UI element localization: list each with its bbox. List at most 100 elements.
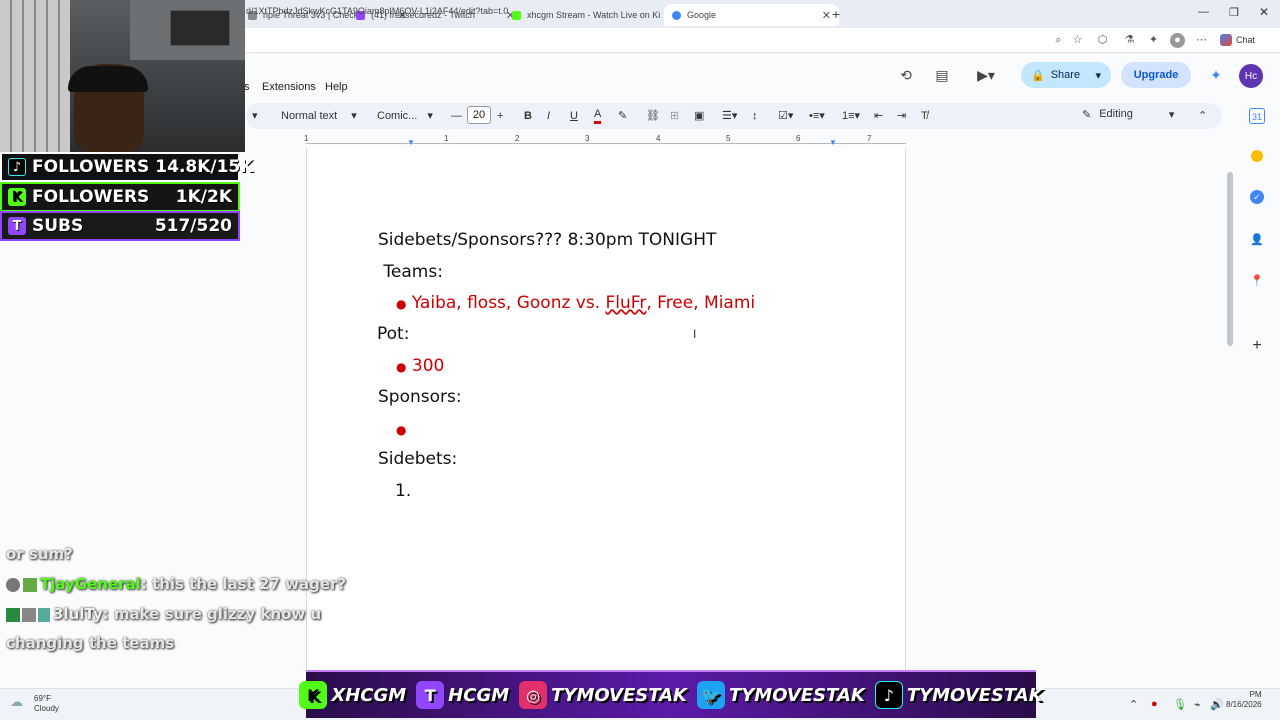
network-icon[interactable]: ⌁ bbox=[1194, 698, 1201, 711]
bulleted-list-icon[interactable]: •≡▾ bbox=[809, 108, 825, 124]
url-text[interactable]: d/1XtTPbdzJdSkwKcG1TA9Oiam8pIM6OV-L1i2AF… bbox=[246, 6, 508, 16]
kick-followers-stat: K FOLLOWERS 1K/2K bbox=[0, 182, 240, 212]
tasks-icon[interactable]: ✓ bbox=[1250, 190, 1264, 204]
align-icon[interactable]: ☰▾ bbox=[722, 108, 737, 124]
toolbar-chevron-icon[interactable]: ▾ bbox=[252, 108, 258, 124]
add-addon-icon[interactable]: + bbox=[1249, 338, 1265, 354]
doc-pot-bullet[interactable]: ● 300 bbox=[396, 356, 444, 376]
collapse-toolbar-icon[interactable]: ⌃ bbox=[1198, 108, 1207, 124]
twitch-icon: T bbox=[8, 217, 26, 235]
link-icon[interactable]: ⛓ bbox=[646, 108, 660, 124]
text-color-icon[interactable]: A bbox=[594, 108, 602, 124]
increase-font-icon[interactable]: + bbox=[497, 108, 503, 124]
chevron-down-icon: ▾ bbox=[351, 110, 357, 122]
tray-app-icon[interactable]: ● bbox=[1151, 698, 1158, 710]
mod-badge-icon bbox=[6, 607, 20, 622]
menu-extensions[interactable]: Extensions bbox=[262, 81, 316, 93]
decrease-indent-icon[interactable]: ⇤ bbox=[874, 108, 883, 124]
volume-icon[interactable]: 🔊 bbox=[1210, 698, 1224, 711]
decrease-font-icon[interactable]: — bbox=[451, 108, 462, 124]
paragraph-style-select[interactable]: Normal text ▾ bbox=[281, 108, 357, 124]
add-comment-icon[interactable]: ⊞ bbox=[670, 108, 679, 124]
webcam-feed bbox=[0, 0, 245, 152]
chat-button[interactable]: Chat bbox=[1220, 34, 1255, 46]
scrollbar[interactable] bbox=[1227, 172, 1233, 346]
chat-message: or sum? bbox=[6, 545, 73, 563]
indent-marker-icon[interactable]: ▼ bbox=[407, 138, 415, 147]
close-icon[interactable]: ✕ bbox=[822, 9, 831, 22]
bookmark-star-icon[interactable]: ☆ bbox=[1070, 33, 1085, 48]
banner-item-tiktok: ♪ TYMOVESTAK bbox=[874, 681, 1043, 709]
minimize-icon[interactable]: — bbox=[1198, 6, 1209, 18]
share-button[interactable]: 🔒 Share ▾ bbox=[1021, 62, 1111, 88]
editing-mode-select[interactable]: ✎ Editing ▾ bbox=[1082, 108, 1174, 121]
keep-icon[interactable] bbox=[1251, 150, 1263, 162]
twitch-icon: T bbox=[416, 681, 445, 709]
highlight-icon[interactable]: ✎ bbox=[618, 108, 627, 124]
doc-pot-label[interactable]: Pot: bbox=[377, 324, 409, 344]
cloud-icon: ☁ bbox=[10, 694, 23, 709]
menu-help[interactable]: Help bbox=[325, 81, 348, 93]
right-margin-marker-icon[interactable]: ▼ bbox=[829, 138, 837, 147]
extension-icon[interactable]: ⬡ bbox=[1095, 33, 1110, 48]
upgrade-button[interactable]: Upgrade bbox=[1121, 62, 1191, 88]
insert-image-icon[interactable]: ▣ bbox=[694, 108, 704, 124]
new-tab-icon[interactable]: + bbox=[832, 6, 840, 22]
weather-widget[interactable]: ☁ 69°F Cloudy bbox=[10, 694, 59, 714]
browser-tab-active[interactable]: Google ✕ bbox=[664, 4, 839, 26]
doc-teams-bullet[interactable]: ● Yaiba, floss, Goonz vs. FluFr, Free, M… bbox=[396, 293, 755, 313]
misspelled-word[interactable]: FluFr bbox=[606, 293, 647, 313]
extension-icon[interactable]: ⚗ bbox=[1122, 33, 1137, 48]
italic-icon[interactable]: I bbox=[547, 108, 550, 124]
avatar[interactable]: Hc bbox=[1239, 64, 1263, 88]
kick-icon bbox=[512, 10, 521, 20]
increase-indent-icon[interactable]: ⇥ bbox=[897, 108, 906, 124]
document-page[interactable] bbox=[306, 148, 906, 688]
contacts-icon[interactable]: 👤 bbox=[1249, 232, 1265, 248]
profile-icon[interactable]: ● bbox=[1170, 33, 1185, 48]
font-select[interactable]: Comic... ▾ bbox=[377, 108, 433, 124]
tiktok-icon: ♪ bbox=[8, 158, 26, 176]
chat-message: TjayGeneral: this the last 27 wager? bbox=[6, 575, 346, 593]
tiktok-icon: ♪ bbox=[874, 681, 903, 709]
browser-tab[interactable]: xhcgm Stream - Watch Live on Ki✕ bbox=[504, 4, 679, 26]
maps-icon[interactable]: 📍 bbox=[1249, 273, 1265, 289]
window-close-icon[interactable]: ✕ bbox=[1259, 5, 1269, 19]
gemini-icon[interactable]: ✦ bbox=[1207, 66, 1225, 84]
doc-sponsors-bullet[interactable]: ● bbox=[396, 419, 406, 439]
version-history-icon[interactable]: ⟲ bbox=[897, 66, 915, 84]
system-clock[interactable]: PM 8/16/2026 bbox=[1226, 690, 1262, 710]
lock-icon: 🔒 bbox=[1031, 69, 1045, 82]
menu-dots-icon[interactable]: ⋯ bbox=[1194, 33, 1209, 48]
chevron-down-icon[interactable]: ▾ bbox=[1095, 69, 1101, 82]
chevron-down-icon: ▾ bbox=[427, 110, 433, 122]
clear-formatting-icon[interactable]: T̸ bbox=[921, 108, 928, 124]
doc-sidebets-item[interactable]: 1. bbox=[395, 481, 411, 501]
checklist-icon[interactable]: ☑▾ bbox=[778, 108, 793, 124]
favorites-icon[interactable]: ✦ bbox=[1146, 33, 1161, 48]
bold-icon[interactable]: B bbox=[524, 108, 532, 124]
social-banner: K XHCGM T HCGM ◎ TYMOVESTAK 🐦 TYMOVESTAK ♪ TY… bbox=[299, 670, 1043, 718]
kick-icon: K bbox=[8, 188, 26, 206]
underline-icon[interactable]: U bbox=[570, 108, 578, 124]
chat-message: 3lulTy: make sure glizzy know u bbox=[6, 605, 321, 623]
doc-teams-label[interactable]: Teams: bbox=[378, 262, 443, 282]
banner-item-twitter: 🐦 TYMOVESTAK bbox=[696, 681, 865, 709]
doc-heading[interactable]: Sidebets/Sponsors??? 8:30pm TONIGHT bbox=[378, 230, 716, 250]
font-size-input[interactable]: 20 bbox=[467, 106, 491, 124]
doc-sponsors-label[interactable]: Sponsors: bbox=[378, 387, 462, 407]
sub-badge-icon bbox=[23, 577, 37, 592]
tray-chevron-icon[interactable]: ⌃ bbox=[1129, 698, 1138, 711]
calendar-icon[interactable]: 31 bbox=[1249, 108, 1265, 124]
maximize-icon[interactable]: ❐ bbox=[1229, 6, 1239, 19]
zoom-icon[interactable]: ⌕ bbox=[1051, 33, 1066, 48]
line-spacing-icon[interactable]: ↕ bbox=[752, 108, 758, 124]
doc-sidebets-label[interactable]: Sidebets: bbox=[378, 449, 457, 469]
numbered-list-icon[interactable]: 1≡▾ bbox=[842, 108, 860, 124]
microphone-icon[interactable]: 🎙 bbox=[1173, 698, 1187, 711]
gift-badge-icon bbox=[38, 607, 50, 622]
horizontal-ruler[interactable]: 1 1 2 3 4 5 6 7 ▼ ▼ bbox=[304, 134, 906, 147]
meet-icon[interactable]: ▶▾ bbox=[972, 66, 1000, 84]
comments-icon[interactable]: ▤ bbox=[933, 66, 951, 84]
tiktok-followers-stat: ♪ FOLLOWERS 14.8K/15K bbox=[0, 152, 253, 182]
